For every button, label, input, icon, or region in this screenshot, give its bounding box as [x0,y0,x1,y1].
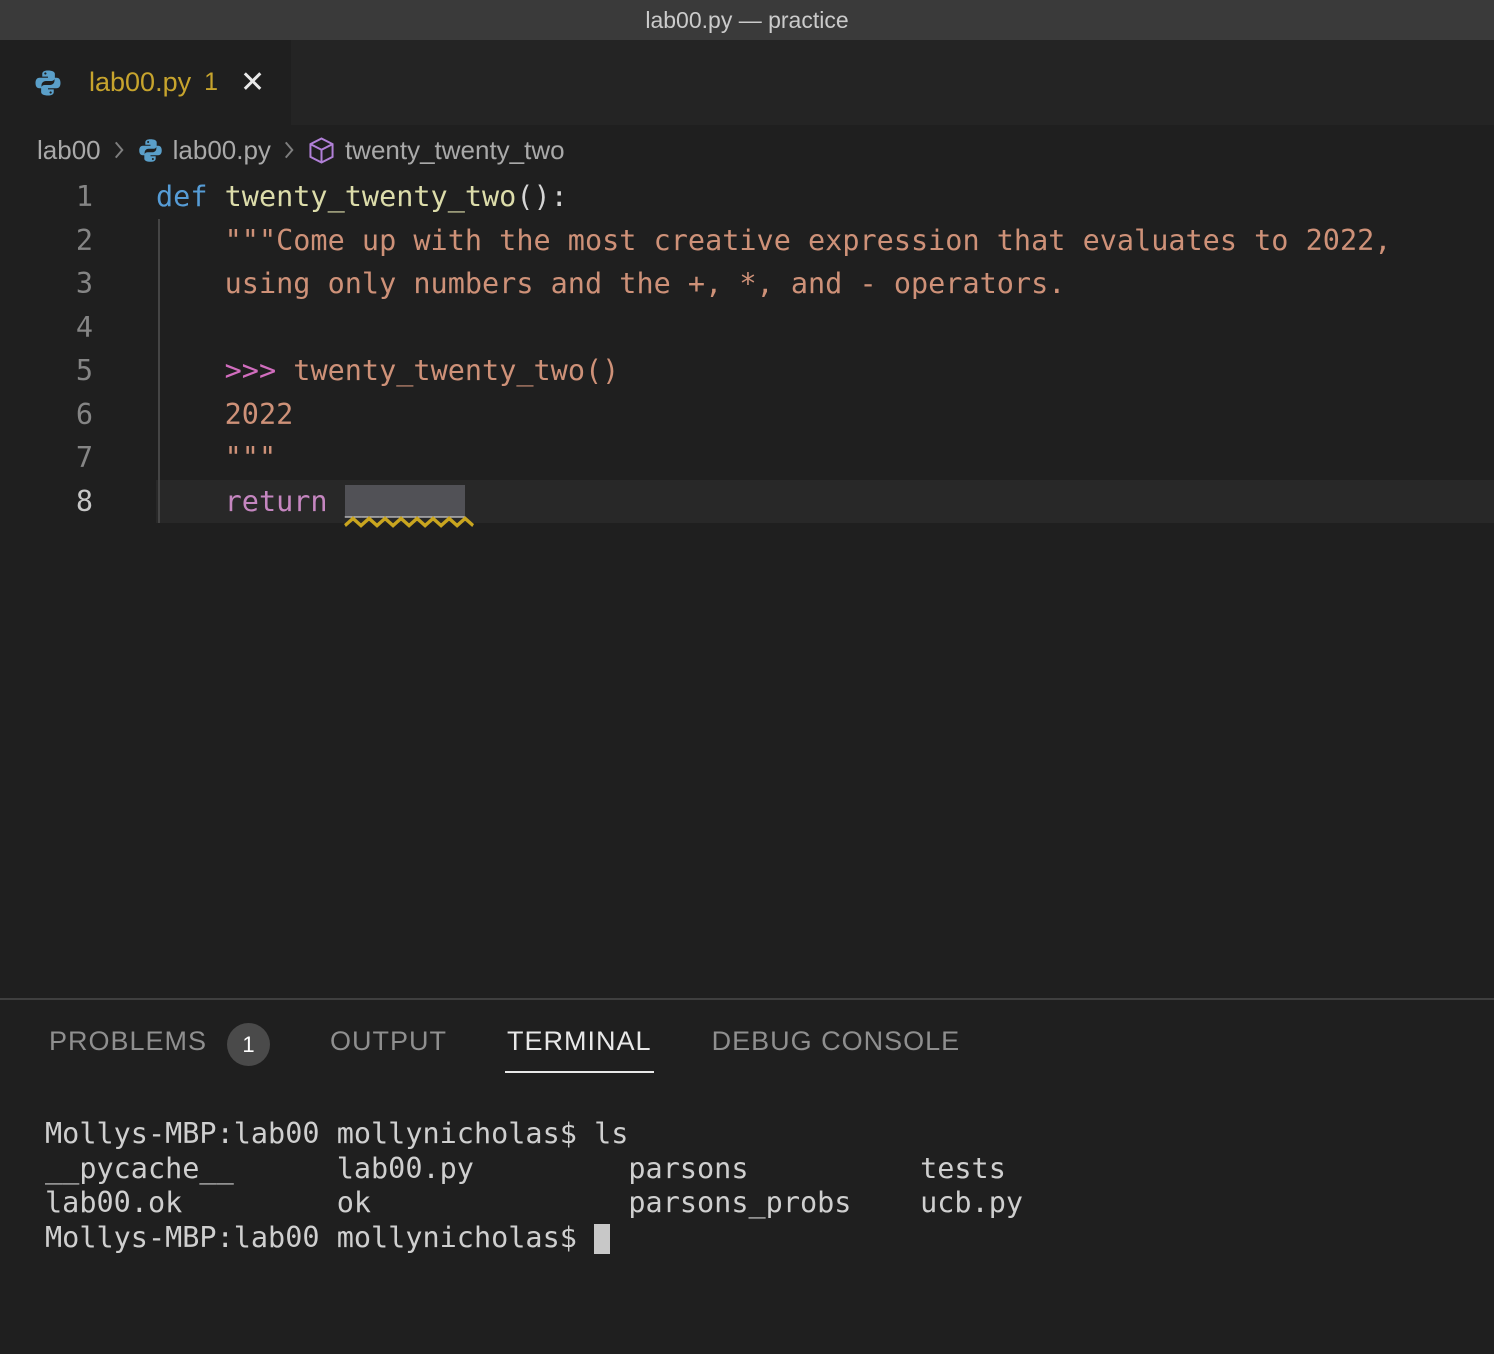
code-token: """ [225,441,276,474]
line-number[interactable]: 7 [0,436,93,480]
code-token: >>> [225,354,276,387]
panel-tab-output[interactable]: OUTPUT [328,1026,449,1073]
code-line[interactable]: 4 [0,306,1494,350]
terminal-prompt: Mollys-MBP:lab00 mollynicholas$ [45,1221,594,1254]
code-line[interactable]: 7 """ [0,436,1494,480]
chevron-right-icon [111,138,127,162]
python-file-icon [137,137,164,164]
code-line[interactable]: 3 using only numbers and the +, *, and -… [0,262,1494,306]
panel-tab-bar: PROBLEMS 1 OUTPUT TERMINAL DEBUG CONSOLE [0,1000,1494,1073]
panel-tab-terminal[interactable]: TERMINAL [505,1026,654,1073]
code-line[interactable]: 5 >>> twenty_twenty_two() [0,349,1494,393]
code-token: (): [516,180,567,213]
code-line-content: 2022 [156,393,1494,437]
terminal-line: __pycache__ lab00.py parsons tests [45,1152,1494,1187]
panel-tab-debug-console[interactable]: DEBUG CONSOLE [710,1026,963,1073]
terminal-prompt-line: Mollys-MBP:lab00 mollynicholas$ [45,1221,1494,1256]
code-token: """Come up with the most creative expres… [225,224,1392,257]
warning-squiggle [345,516,465,528]
tab-problem-count-badge: 1 [204,68,218,97]
code-line[interactable]: 6 2022 [0,393,1494,437]
code-token [156,354,225,387]
python-file-icon [33,68,63,98]
code-line-content: using only numbers and the +, *, and - o… [156,262,1494,306]
terminal-line: Mollys-MBP:lab00 mollynicholas$ ls [45,1117,1494,1152]
code-line-content: return _______ [156,480,1494,524]
code-token: return [225,485,345,518]
code-editor[interactable]: 1def twenty_twenty_two():2 """Come up wi… [0,175,1494,998]
code-token: twenty_twenty_two() [293,354,619,387]
code-line[interactable]: 1 def twenty_twenty_two(): [0,175,1494,219]
panel-tab-label: DEBUG CONSOLE [712,1026,961,1057]
terminal-cursor [594,1224,610,1254]
terminal-line: lab00.ok ok parsons_probs ucb.py [45,1186,1494,1221]
code-token: 2022 [225,398,294,431]
bottom-panel: PROBLEMS 1 OUTPUT TERMINAL DEBUG CONSOLE Mol… [0,998,1494,1354]
line-number[interactable]: 1 [0,175,93,219]
line-number[interactable]: 3 [0,262,93,306]
code-line[interactable]: 2 """Come up with the most creative expr… [0,219,1494,263]
code-token [156,398,225,431]
panel-tab-label: OUTPUT [330,1026,447,1057]
line-number[interactable]: 8 [0,480,93,524]
code-token [276,354,293,387]
terminal[interactable]: Mollys-MBP:lab00 mollynicholas$ ls__pyca… [0,1073,1494,1255]
code-line-content: """ [156,436,1494,480]
code-token: twenty_twenty_two [225,180,517,213]
close-icon[interactable]: ✕ [240,68,265,98]
code-token [156,441,225,474]
tab-filename: lab00.py [89,67,191,98]
breadcrumb-file[interactable]: lab00.py [173,135,271,166]
panel-tab-label: TERMINAL [507,1026,652,1057]
code-token [156,224,225,257]
breadcrumb-folder[interactable]: lab00 [37,135,101,166]
chevron-right-icon [281,138,297,162]
panel-tab-label: PROBLEMS [49,1026,207,1057]
code-token: def [156,180,225,213]
symbol-module-cube-icon [307,136,336,165]
breadcrumb: lab00 lab00.py twenty_twenty_two [0,125,1494,175]
blank-placeholder-selected[interactable]: _______ [345,485,465,518]
code-token: using only numbers and the +, *, and - o… [225,267,1066,300]
titlebar[interactable]: lab00.py — practice [0,0,1494,40]
code-token [156,485,225,518]
line-number[interactable]: 4 [0,306,93,350]
code-token [156,267,225,300]
window-title: lab00.py — practice [645,7,848,34]
line-number[interactable]: 6 [0,393,93,437]
problems-count-badge: 1 [227,1023,270,1066]
code-line-content [156,306,1494,350]
line-number[interactable]: 5 [0,349,93,393]
line-number[interactable]: 2 [0,219,93,263]
code-line-content: >>> twenty_twenty_two() [156,349,1494,393]
code-line-content: """Come up with the most creative expres… [156,219,1494,263]
breadcrumb-symbol[interactable]: twenty_twenty_two [345,135,565,166]
code-line-content: def twenty_twenty_two(): [156,175,1494,219]
panel-tab-problems[interactable]: PROBLEMS 1 [47,1026,272,1073]
indent-guide [158,219,160,524]
code-line[interactable]: 8 return _______ [0,480,1494,524]
tab-lab00-py[interactable]: lab00.py 1 ✕ [0,40,291,125]
editor-tabbar: lab00.py 1 ✕ [0,40,1494,125]
vscode-window: lab00.py — practice lab00.py 1 ✕ lab00 [0,0,1494,1354]
